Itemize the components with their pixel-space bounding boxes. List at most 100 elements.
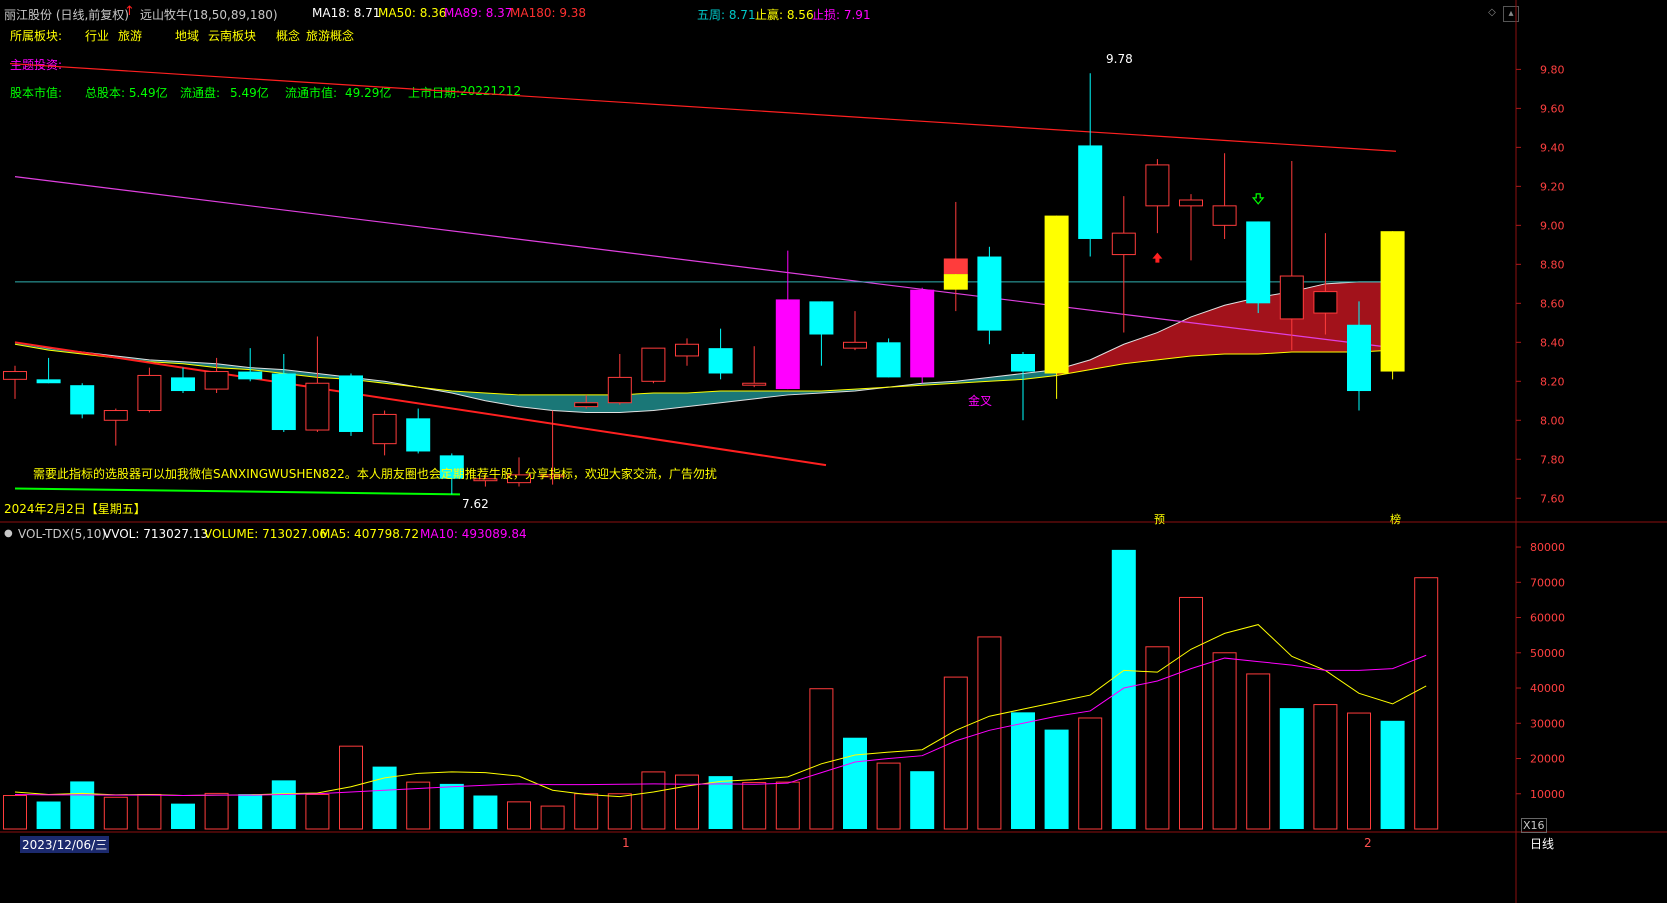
candle-body (943, 258, 968, 275)
price-tick-label: 9.00 (1540, 219, 1565, 232)
candle-body (271, 373, 296, 431)
candlestick (406, 408, 431, 454)
volume-bar (36, 801, 61, 829)
candle-body (36, 379, 61, 384)
candle-body (339, 375, 363, 432)
candle-body (641, 347, 666, 382)
candle-body (1179, 199, 1203, 207)
candle-body (103, 410, 128, 421)
price-tick-label: 9.80 (1540, 63, 1565, 76)
volume-bar (507, 801, 531, 830)
vvol-value: VVOL: 713027.13 (103, 527, 209, 541)
volume-bar (204, 792, 229, 830)
volume-bar (339, 745, 363, 830)
candle-body (305, 382, 330, 431)
low-price-label: 7.62 (462, 497, 489, 511)
volume-bar (943, 676, 968, 830)
candle-body (809, 301, 834, 335)
volume-bar (910, 771, 935, 829)
volume-bar (1078, 717, 1103, 830)
candle-body (372, 413, 397, 445)
marker-yu: 预 (1154, 513, 1165, 526)
zoom-indicator[interactable]: X16 (1521, 818, 1547, 833)
price-tick-label: 8.80 (1540, 258, 1565, 271)
volume-bar (1246, 673, 1271, 830)
price-tick-label: 9.20 (1540, 180, 1565, 193)
candle-body (70, 385, 95, 415)
volume-tick-label: 50000 (1530, 647, 1565, 660)
period-label[interactable]: 日线 (1530, 835, 1554, 852)
price-tick-label: 9.60 (1540, 102, 1565, 115)
candlestick (1145, 159, 1170, 234)
volume-bar (1145, 646, 1170, 830)
volume-indicator-name[interactable]: VOL-TDX(5,10) (18, 527, 106, 541)
buy-arrow-icon (1152, 252, 1163, 263)
footer-start-date: 2023/12/06/三 (20, 836, 110, 853)
volume-bar (1414, 577, 1439, 830)
volume-tick-label: 20000 (1530, 753, 1565, 766)
price-tick-label: 8.40 (1540, 336, 1565, 349)
candle-body (137, 374, 162, 412)
candlestick (305, 336, 330, 432)
price-tick-label: 8.20 (1540, 375, 1565, 388)
candle-body (1044, 215, 1069, 374)
candlestick (1078, 73, 1103, 257)
volume-bar (809, 688, 834, 830)
volume-bar (372, 766, 397, 829)
chart-canvas[interactable]: 9.80 9.60 9.40 9.20 9.00 8.80 8.60 8.40 8.20 8.00… (0, 0, 1667, 903)
candle-body (607, 376, 632, 404)
volume-bar (540, 805, 565, 830)
volume-bar (1011, 712, 1035, 829)
candle-body (1279, 275, 1304, 320)
volume-bar (607, 793, 632, 830)
ma10-value: MA10: 493089.84 (420, 527, 527, 541)
candlestick (1011, 352, 1035, 421)
candlestick (171, 367, 195, 393)
candle-body (171, 377, 195, 392)
volume-tick-label: 30000 (1530, 717, 1565, 730)
candle-body (1078, 145, 1103, 239)
candlestick (1246, 221, 1271, 314)
volume-bar (171, 803, 195, 829)
candle-body (1212, 205, 1237, 226)
volume-tick-label: 10000 (1530, 788, 1565, 801)
candlestick (742, 346, 767, 388)
footer-marker-2: 2 (1364, 836, 1372, 850)
volume-bar (439, 783, 464, 829)
candlestick (675, 338, 699, 366)
volume-bar (3, 795, 27, 830)
price-tick-label: 7.80 (1540, 453, 1565, 466)
candle-body (1380, 231, 1405, 372)
candlestick (271, 354, 296, 432)
volume-panel-icon[interactable]: ● (4, 528, 13, 539)
candle-body (876, 342, 901, 378)
volume-tick-label: 40000 (1530, 682, 1565, 695)
candlestick (876, 338, 901, 378)
volume-bar (271, 780, 296, 829)
candlestick (372, 410, 397, 456)
volume-bar (70, 781, 95, 829)
volume-bar (1313, 704, 1338, 830)
candlestick (36, 357, 61, 384)
volume-tick-label: 60000 (1530, 612, 1565, 625)
candle-body (708, 348, 733, 374)
band-area-up (1056, 281, 1393, 376)
marker-bang: 榜 (1390, 513, 1401, 526)
candle-body (1145, 164, 1170, 207)
candle-body (910, 289, 935, 378)
trend-line-green (14, 487, 461, 496)
candlestick (1179, 194, 1203, 261)
sell-arrow-icon (1251, 193, 1265, 205)
candle-body (1111, 232, 1136, 256)
candle-body (1246, 221, 1271, 304)
candle-body (1347, 324, 1371, 392)
candle-body (238, 371, 263, 380)
volume-bar (473, 795, 498, 829)
candlestick (1212, 153, 1237, 239)
price-tick-label: 7.60 (1540, 492, 1565, 505)
candlestick (1380, 231, 1405, 380)
volume-tick-label: 70000 (1530, 576, 1565, 589)
candle-body (1313, 291, 1338, 314)
candlestick (910, 287, 935, 384)
high-price-label: 9.78 (1106, 52, 1133, 66)
